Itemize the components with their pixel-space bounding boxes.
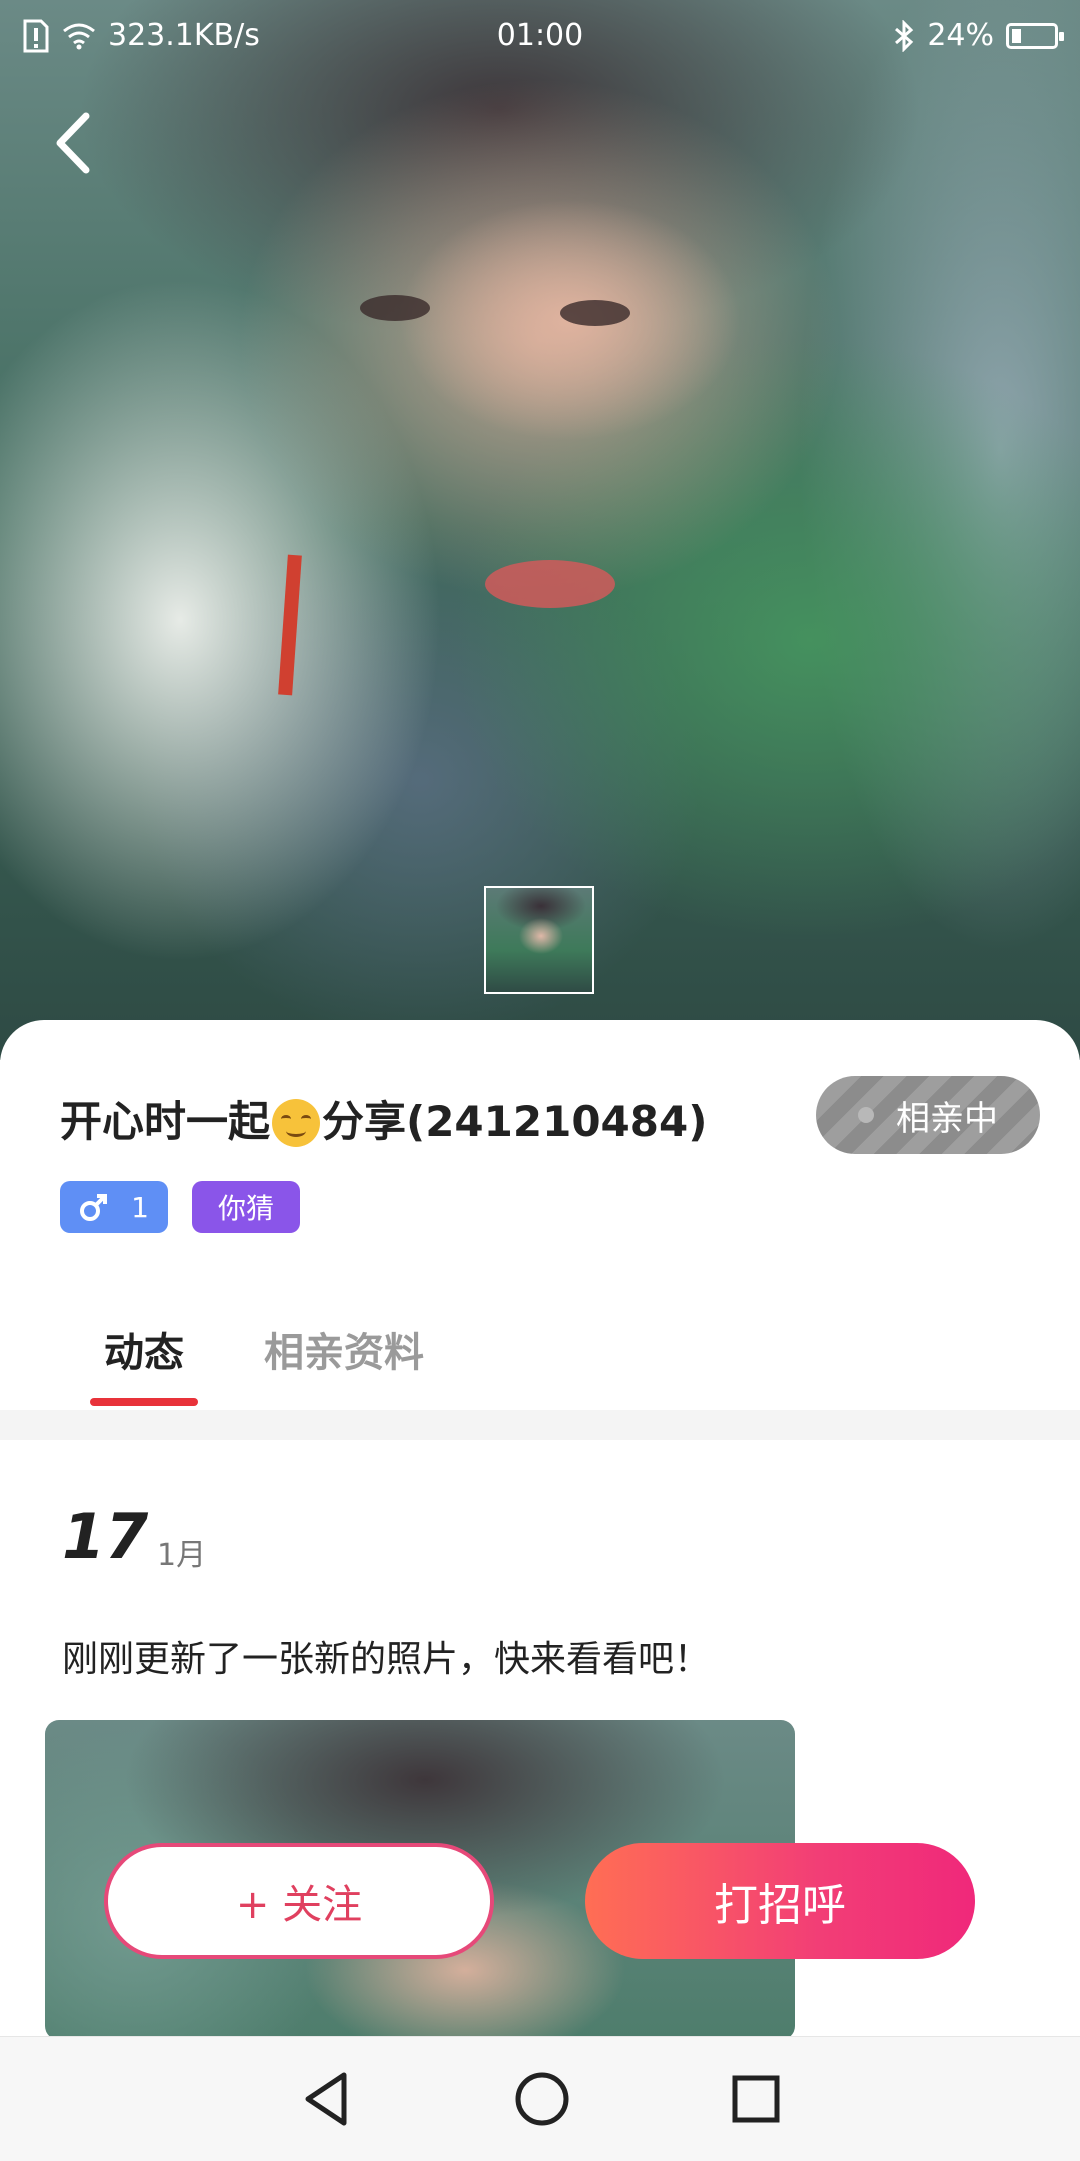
battery-percent: 24%: [927, 18, 994, 53]
status-badge: 相亲中: [816, 1076, 1040, 1154]
profile-name-part2: 分享(241210484): [322, 1097, 708, 1146]
male-icon: [80, 1194, 108, 1221]
gender-age-tag: 1: [60, 1181, 168, 1233]
greet-button[interactable]: 打招呼: [585, 1843, 975, 1959]
photo-detail: [278, 554, 302, 696]
nav-home-button[interactable]: [510, 2067, 574, 2131]
bluetooth-icon: [895, 19, 914, 52]
triangle-back-icon: [305, 2072, 347, 2126]
tab-dating-profile[interactable]: 相亲资料: [264, 1320, 424, 1378]
system-nav-bar: [0, 2036, 1080, 2161]
status-label: 相亲中: [896, 1098, 998, 1139]
guess-tag: 你猜: [192, 1181, 300, 1233]
back-button[interactable]: [50, 108, 110, 178]
age-value: 1: [131, 1190, 149, 1224]
status-bar: 323.1KB/s 01:00 24%: [0, 0, 1080, 72]
smile-emoji-icon: [272, 1098, 321, 1147]
circle-home-icon: [515, 2072, 569, 2126]
follow-button[interactable]: + 关注: [104, 1843, 494, 1959]
tab-moments[interactable]: 动态: [104, 1320, 184, 1378]
profile-name-part1: 开心时一起: [60, 1097, 271, 1146]
post-day: 17: [62, 1500, 149, 1573]
tab-active-indicator: [90, 1398, 198, 1406]
nav-back-button[interactable]: [296, 2067, 360, 2131]
status-dot-icon: [858, 1107, 874, 1123]
photo-detail: [485, 560, 615, 608]
photo-thumbnail[interactable]: [484, 886, 594, 994]
profile-name: 开心时一起 分享(241210484): [60, 1088, 707, 1149]
battery-icon: [1006, 22, 1064, 49]
chevron-left-icon: [56, 112, 90, 174]
post-text: 刚刚更新了一张新的照片，快来看看吧！: [62, 1639, 711, 1680]
square-recents-icon: [732, 2075, 780, 2123]
photo-detail: [360, 295, 430, 321]
nav-recents-button[interactable]: [724, 2067, 788, 2131]
photo-detail: [560, 300, 630, 326]
section-divider: [0, 1410, 1080, 1440]
post-month: 1月: [157, 1538, 207, 1573]
